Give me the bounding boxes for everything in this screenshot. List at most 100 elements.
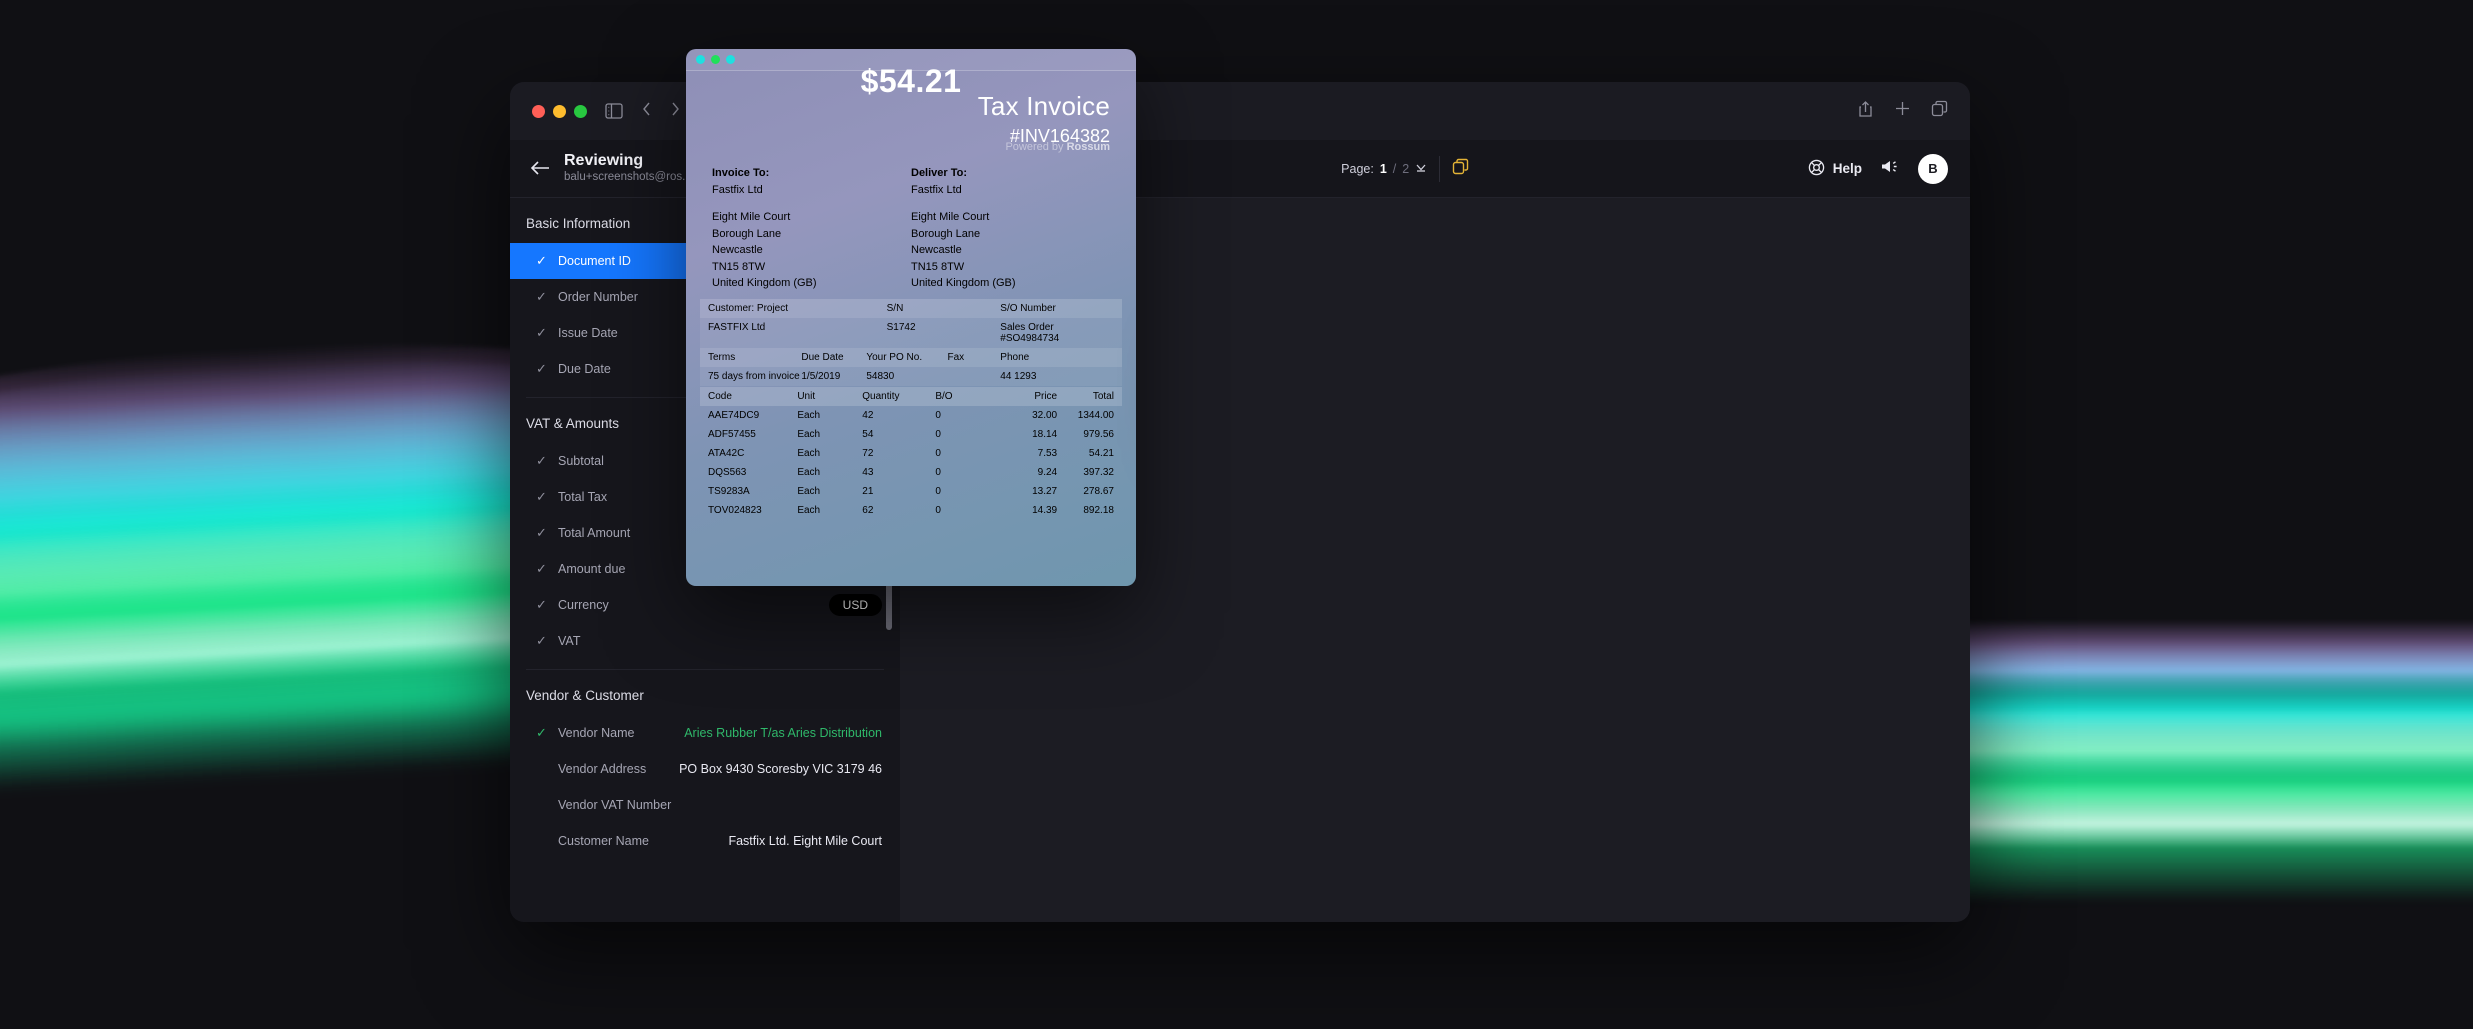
col-code: Code bbox=[708, 391, 732, 402]
line-items-table: Code Unit Quantity B/O Price Total AAE74… bbox=[700, 387, 1122, 520]
table-row: ADF57455 Each 54 0 18.14 979.56 bbox=[700, 425, 1122, 444]
help-label: Help bbox=[1832, 161, 1862, 176]
cell-code: ATA42C bbox=[708, 448, 745, 459]
close-window-dot[interactable] bbox=[532, 104, 545, 118]
cell-quantity: 54 bbox=[862, 429, 874, 440]
nav-forward-icon[interactable] bbox=[669, 101, 681, 122]
field-value: Aries Rubber T/as Aries Distribution bbox=[684, 726, 882, 740]
table-header-row: Terms Due Date Your PO No. Fax Phone bbox=[700, 348, 1122, 367]
invoice-to-line: Eight Mile Court bbox=[712, 211, 791, 223]
cell-code: DQS563 bbox=[708, 467, 747, 478]
cell-fax bbox=[948, 371, 1001, 382]
field-row-currency[interactable]: ✓ Currency USD bbox=[510, 587, 900, 623]
cell-phone: 44 1293 bbox=[1000, 371, 1037, 382]
copy-pages-icon[interactable] bbox=[1452, 158, 1469, 180]
cell-total: 397.32 bbox=[1083, 467, 1114, 478]
invoice-addresses: Invoice To: Fastfix Ltd Eight Mile Court… bbox=[712, 165, 1110, 292]
watermark-prefix: Powered by bbox=[1005, 141, 1067, 153]
cell-customer: FASTFIX Ltd bbox=[708, 322, 766, 333]
field-row-customer-name[interactable]: Customer Name Fastfix Ltd. Eight Mile Co… bbox=[510, 823, 900, 859]
cell-code: TOV024823 bbox=[708, 505, 762, 516]
table-row: TS9283A Each 21 0 13.27 278.67 bbox=[700, 482, 1122, 501]
caret-down-icon[interactable] bbox=[1415, 161, 1427, 176]
page-total: 2 bbox=[1402, 161, 1410, 176]
table-header-row: Customer: Project S/N S/O Number bbox=[700, 299, 1122, 318]
cell-price: 7.53 bbox=[1037, 448, 1058, 459]
cell-price: 32.00 bbox=[1032, 410, 1058, 421]
cell-bo: 0 bbox=[935, 505, 941, 516]
page-indicator[interactable]: Page: 1 / 2 bbox=[1341, 161, 1427, 176]
invoice-document-window[interactable]: Tax Invoice #INV164382 Powered by Rossum… bbox=[686, 49, 1136, 586]
section-title-vendor-customer: Vendor & Customer bbox=[526, 688, 644, 703]
check-icon: ✓ bbox=[536, 453, 547, 468]
deliver-to-company: Fastfix Ltd bbox=[911, 183, 962, 196]
cell-code: AAE74DC9 bbox=[708, 410, 760, 421]
cell-sn: S1742 bbox=[886, 322, 916, 333]
account-email: balu+screenshots@ros... bbox=[564, 171, 692, 184]
cell-bo: 0 bbox=[935, 429, 941, 440]
cell-terms: 75 days from invoice bbox=[708, 371, 800, 382]
table-row: ATA42C Each 72 0 7.53 54.21 bbox=[700, 444, 1122, 463]
cell-bo: 0 bbox=[935, 486, 941, 497]
field-label: Vendor VAT Number bbox=[558, 798, 672, 812]
customer-terms-table: Customer: Project S/N S/O Number FASTFIX… bbox=[700, 299, 1122, 386]
cell-quantity: 43 bbox=[862, 467, 874, 478]
help-button[interactable]: Help bbox=[1808, 159, 1862, 179]
deliver-to-heading: Deliver To: bbox=[911, 167, 968, 179]
cell-total: 1344.00 bbox=[1077, 410, 1114, 421]
check-icon: ✓ bbox=[536, 325, 547, 340]
deliver-to-line: Eight Mile Court bbox=[911, 211, 990, 223]
page-label: Page: bbox=[1341, 161, 1374, 176]
check-icon: ✓ bbox=[536, 253, 547, 268]
plus-icon[interactable] bbox=[1894, 100, 1911, 123]
cell-due-date: 1/5/2019 bbox=[801, 371, 841, 382]
table-row: 75 days from invoice 1/5/2019 54830 44 1… bbox=[700, 367, 1122, 386]
maximize-window-dot[interactable] bbox=[574, 104, 587, 118]
invoice-to-line: United Kingdom (GB) bbox=[712, 277, 817, 289]
field-row-vendor-address[interactable]: Vendor Address PO Box 9430 Scoresby VIC … bbox=[510, 751, 900, 787]
cell-bo: 0 bbox=[935, 410, 941, 421]
invoice-to-heading: Invoice To: bbox=[712, 167, 770, 179]
duplicate-icon[interactable] bbox=[1931, 100, 1948, 123]
cell-unit: Each bbox=[797, 467, 821, 478]
deliver-to-line: United Kingdom (GB) bbox=[911, 277, 1016, 289]
invoice-to-block: Invoice To: Fastfix Ltd Eight Mile Court… bbox=[712, 165, 911, 292]
field-row-vat[interactable]: ✓ VAT bbox=[510, 623, 900, 659]
megaphone-icon[interactable] bbox=[1880, 158, 1900, 180]
cell-total: 278.67 bbox=[1083, 486, 1114, 497]
cell-unit: Each bbox=[797, 429, 821, 440]
cell-quantity: 72 bbox=[862, 448, 874, 459]
col-total: Total bbox=[1092, 391, 1114, 402]
cell-unit: Each bbox=[797, 448, 821, 459]
col-price: Price bbox=[1034, 391, 1058, 402]
traffic-lights[interactable] bbox=[532, 104, 587, 118]
cell-unit: Each bbox=[797, 486, 821, 497]
check-icon: ✓ bbox=[536, 561, 547, 576]
screen: Reviewing balu+screenshots@ros... AU Mar… bbox=[0, 0, 2473, 1029]
toolbar-divider bbox=[1439, 155, 1441, 182]
check-icon: ✓ bbox=[536, 725, 547, 740]
field-row-vendor-vat-number[interactable]: Vendor VAT Number bbox=[510, 787, 900, 823]
field-label: Customer Name bbox=[558, 834, 649, 848]
col-so-number: S/O Number bbox=[1000, 303, 1056, 314]
invoice-to-company: Fastfix Ltd bbox=[712, 183, 763, 196]
cell-unit: Each bbox=[797, 410, 821, 421]
cell-code: ADF57455 bbox=[708, 429, 756, 440]
check-icon: ✓ bbox=[536, 525, 547, 540]
field-row-vendor-name[interactable]: ✓ Vendor Name Aries Rubber T/as Aries Di… bbox=[510, 715, 900, 751]
watermark-brand: Rossum bbox=[1066, 141, 1110, 153]
avatar[interactable]: B bbox=[1918, 153, 1948, 184]
cell-price: 18.14 bbox=[1032, 429, 1058, 440]
col-unit: Unit bbox=[797, 391, 816, 402]
currency-chip[interactable]: USD bbox=[828, 594, 882, 616]
share-icon[interactable] bbox=[1857, 100, 1874, 123]
check-icon: ✓ bbox=[536, 633, 547, 648]
minimize-window-dot[interactable] bbox=[553, 104, 566, 118]
cell-total: 979.56 bbox=[1083, 429, 1114, 440]
cell-quantity: 42 bbox=[862, 410, 874, 421]
nav-back-icon[interactable] bbox=[641, 101, 653, 122]
field-label: Vendor Name bbox=[558, 726, 635, 740]
cell-unit: Each bbox=[797, 505, 821, 516]
back-arrow-icon[interactable] bbox=[530, 158, 550, 180]
sidebar-toggle-icon[interactable] bbox=[605, 103, 623, 119]
